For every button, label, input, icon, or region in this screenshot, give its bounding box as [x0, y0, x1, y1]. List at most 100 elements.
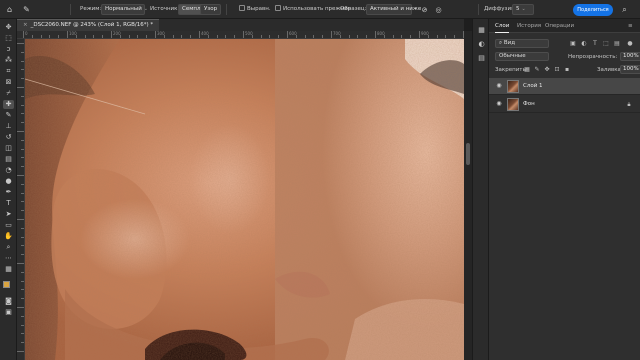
tab-layers[interactable]: Слои [495, 19, 510, 33]
ruler-tick [21, 78, 24, 80]
filter-type-icon[interactable]: T [591, 40, 599, 48]
mode-select[interactable]: Нормальный ⌄ [101, 4, 148, 15]
ruler-tick [102, 35, 104, 38]
ruler-label: 0 [25, 31, 28, 36]
adjustments-icon[interactable]: ◐ [476, 39, 487, 50]
sample-select[interactable]: Активный и ниже ⌄ [366, 4, 427, 15]
ruler-tick [84, 35, 86, 38]
align-checkbox[interactable]: Выравн. [239, 4, 271, 15]
clone-stamp-tool-icon[interactable]: ⊥ [3, 122, 14, 131]
home-icon[interactable]: ⌂ [3, 3, 16, 16]
ruler-tick [234, 35, 236, 38]
fill-field[interactable]: 100% [620, 65, 640, 74]
lock-all-icon[interactable]: ▪ [563, 66, 571, 74]
quick-mask-icon[interactable]: ◙ [3, 297, 14, 306]
more-tools-icon[interactable]: ⋯ [3, 254, 14, 263]
lock-position-icon[interactable]: ✥ [543, 66, 551, 74]
pressure-icon[interactable]: ◎ [432, 3, 445, 16]
filter-smart-object-icon[interactable]: ▤ [613, 40, 621, 48]
ruler-tick [17, 307, 24, 308]
eye-icon[interactable]: ◉ [495, 82, 503, 90]
document-canvas[interactable] [25, 39, 464, 360]
close-icon[interactable]: × [23, 22, 28, 28]
hand-tool-icon[interactable]: ✋ [3, 232, 14, 241]
tab-actions[interactable]: Операции [545, 19, 574, 33]
edit-toolbar-icon[interactable]: ▦ [3, 265, 14, 274]
ruler-tick [454, 35, 456, 38]
brush-tool-icon[interactable]: ✎ [3, 111, 14, 120]
ruler-tick [21, 139, 24, 141]
filter-toggle-icon[interactable]: ● [626, 40, 634, 48]
filter-kind-select[interactable]: ⌕ Вид [495, 39, 549, 48]
eraser-tool-icon[interactable]: ◫ [3, 144, 14, 153]
zoom-tool-icon[interactable]: ⌕ [3, 243, 14, 252]
ruler-tick [445, 35, 447, 38]
healing-brush-tool-icon[interactable]: ✚ [3, 100, 14, 109]
filter-adjustment-icon[interactable]: ◐ [580, 40, 588, 48]
dodge-tool-icon[interactable]: ● [3, 177, 14, 186]
opacity-field[interactable]: 100% [620, 52, 640, 61]
collapsed-panels-strip: ▦ ◐ ▤ [472, 19, 489, 360]
path-selection-tool-icon[interactable]: ➤ [3, 210, 14, 219]
move-tool-icon[interactable]: ✥ [3, 23, 14, 32]
blur-tool-icon[interactable]: ◔ [3, 166, 14, 175]
lock-fill-row: Закрепить: ▦ ✎ ✥ ⊡ ▪ Заливка: 100% [489, 64, 640, 76]
history-brush-tool-icon[interactable]: ↺ [3, 133, 14, 142]
ruler-label: 300 [157, 31, 165, 36]
lock-transparency-icon[interactable]: ▦ [523, 66, 531, 74]
screen-mode-icon[interactable]: ▣ [3, 308, 14, 317]
layer-name: Слой 1 [523, 83, 543, 89]
layer-row-layer-1[interactable]: ◉ Слой 1 [489, 78, 640, 95]
lock-image-icon[interactable]: ✎ [533, 66, 541, 74]
magic-wand-tool-icon[interactable]: ⁂ [3, 56, 14, 65]
divider [478, 4, 479, 15]
ruler-label: 600 [289, 31, 297, 36]
ruler-tick [137, 35, 139, 38]
search-icon[interactable]: ⌕ [618, 3, 631, 16]
horizontal-ruler[interactable]: 0 100 200 300 400 500 600 700 800 900 [17, 31, 464, 39]
layer-name: Фон [523, 101, 535, 107]
layer-row-background[interactable]: ◉ Фон 🔒︎ [489, 96, 640, 113]
blend-mode-select[interactable]: Обычные [495, 52, 549, 61]
shape-tool-icon[interactable]: ▭ [3, 221, 14, 230]
tab-history[interactable]: История [517, 19, 541, 33]
libraries-icon[interactable]: ▤ [476, 53, 487, 64]
brush-icon[interactable]: ✎ [20, 3, 33, 16]
document-tab[interactable]: × _DSC2060.NEF @ 243% (Слой 1, RGB/16*) * [17, 19, 160, 31]
ruler-tick [17, 43, 24, 44]
eyedropper-tool-icon[interactable]: ⌿ [3, 89, 14, 98]
panel-menu-icon[interactable]: ≡ [628, 19, 633, 33]
pen-tool-icon[interactable]: ✒ [3, 188, 14, 197]
gradient-tool-icon[interactable]: ▤ [3, 155, 14, 164]
share-button[interactable]: Поделиться [573, 4, 613, 16]
sample-label: Образец: [340, 6, 367, 12]
ruler-tick [21, 60, 24, 62]
ignore-adjustment-icon[interactable]: ⊘ [418, 3, 431, 16]
foreground-color-swatch[interactable] [3, 281, 10, 288]
vertical-scrollbar[interactable] [464, 31, 472, 360]
ruler-tick [49, 35, 51, 38]
ruler-tick [243, 31, 244, 38]
source-pattern-button[interactable]: Узор [200, 4, 222, 15]
lasso-tool-icon[interactable]: ↄ [3, 45, 14, 54]
scrollbar-thumb[interactable] [466, 143, 470, 165]
ruler-tick [40, 35, 42, 38]
crop-tool-icon[interactable]: ⌗ [3, 67, 14, 76]
type-tool-icon[interactable]: T [3, 199, 14, 208]
properties-icon[interactable]: ▦ [476, 25, 487, 36]
filter-pixel-icon[interactable]: ▣ [569, 40, 577, 48]
ruler-tick [21, 324, 24, 326]
lock-artboard-icon[interactable]: ⊡ [553, 66, 561, 74]
filter-shape-icon[interactable]: ⬚ [602, 40, 610, 48]
diffusion-field[interactable]: 5 ⌄ [512, 4, 534, 15]
eye-icon[interactable]: ◉ [495, 100, 503, 108]
ruler-tick [181, 35, 183, 38]
frame-tool-icon[interactable]: ⊠ [3, 78, 14, 87]
vertical-ruler[interactable] [17, 39, 25, 360]
marquee-tool-icon[interactable]: ⬚ [3, 34, 14, 43]
ruler-tick [331, 31, 332, 38]
toolbar: ✥ ⬚ ↄ ⁂ ⌗ ⊠ ⌿ ✚ ✎ ⊥ ↺ ◫ ▤ ◔ ● ✒ T ➤ ▭ ✋ … [0, 19, 17, 360]
ruler-tick [225, 35, 227, 38]
filter-kind-value: Вид [503, 40, 515, 46]
ruler-tick [146, 35, 148, 38]
